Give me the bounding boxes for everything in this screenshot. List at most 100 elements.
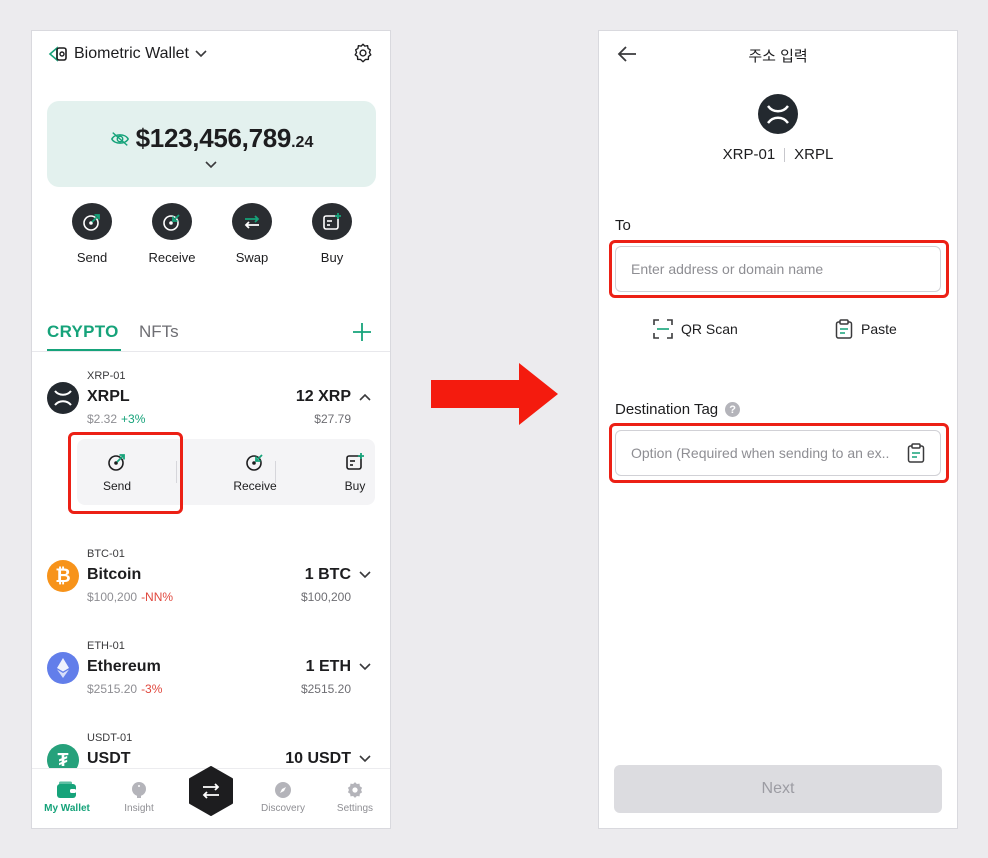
nav-my-wallet[interactable]: My Wallet (35, 781, 99, 814)
asset-amount: 1 ETH (305, 658, 351, 675)
swap-label: Swap (235, 250, 269, 265)
help-icon[interactable]: ? (725, 402, 741, 417)
qr-scan-label: QR Scan (681, 321, 738, 337)
chevron-up-icon[interactable] (359, 393, 371, 401)
paste-label: Paste (861, 321, 897, 337)
send-label: Send (76, 250, 108, 265)
divider (275, 461, 276, 483)
next-button[interactable]: Next (614, 765, 942, 813)
panel-receive-label: Receive (233, 479, 277, 493)
asset-amount: 10 USDT (285, 750, 351, 767)
active-tab-indicator (47, 349, 121, 351)
gear-icon (347, 782, 363, 798)
nav-label: Insight (124, 803, 154, 814)
wallet-name[interactable]: Biometric Wallet (74, 45, 189, 63)
price-change: -3% (141, 682, 163, 696)
asset-price: $100,200 -NN% (87, 590, 173, 604)
asset-tag: ETH-01 (87, 640, 125, 652)
swap-button[interactable]: Swap (212, 203, 292, 265)
asset-amount: 12 XRP (295, 388, 351, 405)
bitcoin-icon: ₿ (47, 560, 79, 592)
page-title: 주소 입력 (748, 48, 808, 65)
price-value: $100,200 (87, 590, 138, 604)
compass-icon (275, 782, 291, 798)
address-highlight-box (609, 240, 949, 298)
balance-amount: $123,456,789 (135, 123, 292, 153)
ethereum-icon (47, 652, 79, 684)
asset-amount: 1 BTC (304, 566, 351, 583)
network-name: XRPL (794, 146, 834, 163)
gear-icon[interactable] (352, 42, 374, 64)
asset-row-bitcoin[interactable]: ₿ BTC-01 Bitcoin $100,200 -NN% 1 BTC $100… (32, 545, 390, 615)
buy-button[interactable]: Buy (292, 203, 372, 265)
send-button[interactable]: Send (52, 203, 132, 265)
enter-address-screen: 주소 입력 XRP-01 XRPL To QR Scan Paste (598, 30, 958, 829)
xrp-icon (47, 382, 79, 414)
asset-tag: BTC-01 (87, 548, 125, 560)
address-actions: QR Scan Paste (599, 319, 957, 341)
lightbulb-icon (132, 782, 146, 798)
chevron-down-icon[interactable] (195, 50, 207, 58)
price-value: $2515.20 (87, 682, 138, 696)
tab-nfts[interactable]: NFTs (139, 322, 179, 342)
chevron-down-icon[interactable] (359, 571, 371, 579)
nav-label: Discovery (261, 803, 305, 814)
destination-tag-highlight-box (609, 423, 949, 483)
destination-tag-label: Destination Tag ? (615, 401, 741, 418)
nav-insight[interactable]: Insight (107, 781, 171, 814)
panel-buy-button[interactable]: Buy (315, 451, 390, 493)
buy-label: Buy (320, 250, 344, 265)
send-icon (72, 203, 112, 240)
account-name: XRP-01 (722, 146, 776, 163)
arrow-right-icon (431, 363, 558, 425)
destination-tag-text: Destination Tag (615, 401, 719, 418)
quick-actions: Send Receive Swap Buy (52, 203, 372, 265)
chevron-down-icon[interactable] (359, 755, 371, 763)
swap-icon (232, 203, 272, 240)
asset-name: Ethereum (87, 658, 161, 675)
chevron-down-icon[interactable] (205, 161, 217, 169)
asset-fiat-value: $100,200 (300, 590, 351, 604)
send-highlight-box (68, 432, 183, 514)
asset-row-xrpl[interactable]: XRP-01 XRPL $2.32 +3% 12 XRP $27.79 (32, 367, 390, 437)
divider (784, 147, 786, 162)
price-value: $2.32 (87, 412, 118, 426)
receive-icon (246, 454, 263, 471)
balance-row: $123,456,789 .24 (47, 123, 376, 154)
asset-price: $2.32 +3% (87, 412, 145, 426)
asset-fiat-value: $2515.20 (300, 682, 351, 696)
xrp-icon (758, 94, 798, 134)
add-asset-icon[interactable] (352, 322, 372, 342)
chevron-down-icon[interactable] (359, 663, 371, 671)
nav-settings[interactable]: Settings (323, 781, 387, 814)
biometric-wallet-icon (48, 46, 67, 62)
wallet-header: Biometric Wallet (48, 42, 374, 66)
paste-button[interactable]: Paste (835, 319, 897, 339)
asset-fiat-value: $27.79 (314, 412, 351, 426)
receive-label: Receive (148, 250, 196, 265)
asset-name: Bitcoin (87, 566, 142, 583)
asset-name: XRPL (87, 388, 130, 405)
asset-price: $2515.20 -3% (87, 682, 162, 696)
wallet-home-screen: Biometric Wallet $123,456,789 .24 Send R… (31, 30, 391, 829)
to-label: To (615, 217, 631, 234)
buy-icon (312, 203, 352, 240)
price-change: +3% (121, 412, 146, 426)
balance-card[interactable]: $123,456,789 .24 (47, 101, 376, 187)
swap-center-button[interactable] (187, 766, 235, 816)
asset-row-ethereum[interactable]: ETH-01 Ethereum $2515.20 -3% 1 ETH $2515.… (32, 637, 390, 707)
nav-discovery[interactable]: Discovery (251, 781, 315, 814)
tab-crypto[interactable]: CRYPTO (47, 322, 119, 342)
clipboard-icon (835, 319, 853, 339)
asset-tag: USDT-01 (87, 732, 133, 744)
bottom-nav: My Wallet Insight Discovery Settings (32, 766, 390, 828)
buy-icon (346, 453, 364, 470)
eye-off-icon[interactable] (110, 130, 130, 148)
qr-scan-icon (653, 319, 673, 339)
panel-receive-button[interactable]: Receive (215, 451, 295, 493)
panel-buy-label: Buy (344, 479, 366, 493)
asset-tag: XRP-01 (87, 370, 126, 382)
receive-button[interactable]: Receive (132, 203, 212, 265)
qr-scan-button[interactable]: QR Scan (653, 319, 738, 339)
account-info: XRP-01 XRPL (599, 146, 957, 163)
